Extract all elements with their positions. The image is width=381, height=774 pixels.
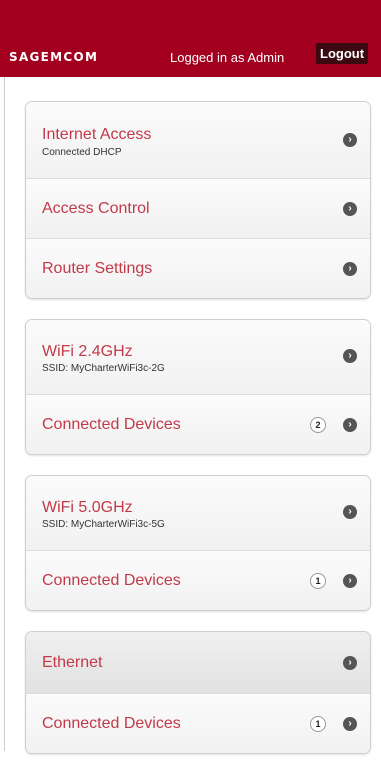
access-control-row[interactable]: Access Control ›: [26, 178, 370, 238]
wifi-24-connected-devices-row[interactable]: Connected Devices 2 ›: [26, 394, 370, 454]
chevron-right-circle-icon: ›: [343, 262, 357, 276]
logged-in-status: Logged in as Admin: [170, 50, 285, 65]
logout-button[interactable]: Logout: [316, 43, 369, 64]
wifi-50-connected-devices-row[interactable]: Connected Devices 1 ›: [26, 550, 370, 610]
chevron-right-circle-icon: ›: [343, 133, 357, 147]
card-internet: Internet Access Connected DHCP › Access …: [25, 101, 371, 299]
wifi-24-row[interactable]: WiFi 2.4GHz SSID: MyCharterWiFi3c-2G ›: [26, 320, 370, 394]
internet-access-title: Internet Access: [42, 126, 152, 143]
router-settings-row[interactable]: Router Settings ›: [26, 238, 370, 298]
wifi-50-row[interactable]: WiFi 5.0GHz SSID: MyCharterWiFi3c-5G ›: [26, 476, 370, 550]
chevron-right-circle-icon: ›: [343, 717, 357, 731]
chevron-right-circle-icon: ›: [343, 418, 357, 432]
chevron-right-circle-icon: ›: [343, 349, 357, 363]
wifi-50-ssid: SSID: MyCharterWiFi3c-5G: [42, 519, 165, 530]
internet-access-status: Connected DHCP: [42, 147, 122, 158]
sagemcom-logo: SAGEMCOM: [9, 50, 99, 64]
chevron-right-circle-icon: ›: [343, 656, 357, 670]
access-control-title: Access Control: [42, 200, 150, 217]
chevron-right-circle-icon: ›: [343, 202, 357, 216]
count-badge: 1: [310, 573, 326, 589]
router-settings-title: Router Settings: [42, 260, 153, 277]
card-wifi-24: WiFi 2.4GHz SSID: MyCharterWiFi3c-2G › C…: [25, 319, 371, 455]
card-ethernet: Ethernet › Connected Devices 1 ›: [25, 631, 371, 754]
wifi-24-ssid: SSID: MyCharterWiFi3c-2G: [42, 363, 165, 374]
wifi-24-title: WiFi 2.4GHz: [42, 343, 133, 360]
wifi-50-title: WiFi 5.0GHz: [42, 499, 133, 516]
internet-access-row[interactable]: Internet Access Connected DHCP ›: [26, 102, 370, 178]
ethernet-row[interactable]: Ethernet ›: [26, 632, 370, 693]
ethernet-connected-devices-row[interactable]: Connected Devices 1 ›: [26, 693, 370, 753]
left-divider: [4, 77, 5, 751]
connected-devices-title: Connected Devices: [42, 416, 181, 433]
card-wifi-50: WiFi 5.0GHz SSID: MyCharterWiFi3c-5G › C…: [25, 475, 371, 611]
count-badge: 2: [310, 417, 326, 433]
count-badge: 1: [310, 716, 326, 732]
connected-devices-title: Connected Devices: [42, 572, 181, 589]
connected-devices-title: Connected Devices: [42, 715, 181, 732]
menu-list: Internet Access Connected DHCP › Access …: [25, 101, 371, 774]
ethernet-title: Ethernet: [42, 654, 103, 671]
chevron-right-circle-icon: ›: [343, 574, 357, 588]
app-header: SAGEMCOM Logged in as Admin Logout: [0, 0, 381, 77]
chevron-right-circle-icon: ›: [343, 505, 357, 519]
